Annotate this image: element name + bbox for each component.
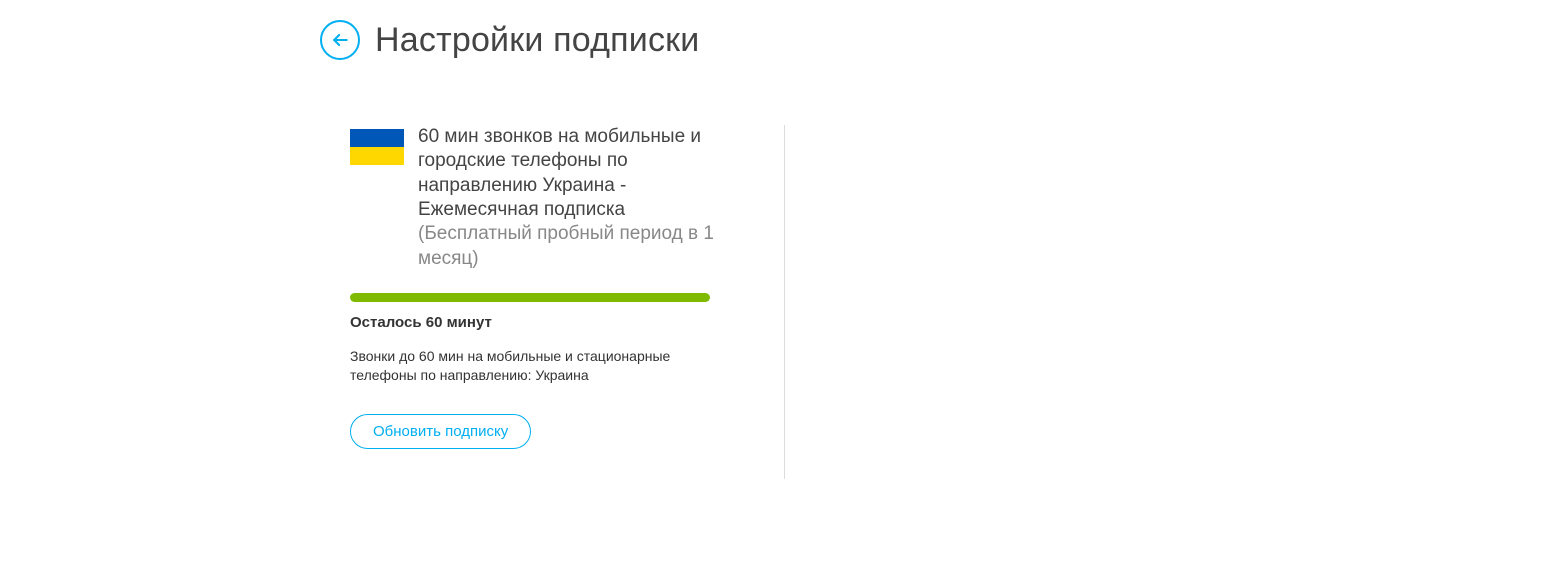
plan-header: 60 мин звонков на мобильные и городские …	[350, 125, 739, 271]
plan-title-main: 60 мин звонков на мобильные и городские …	[418, 126, 701, 220]
update-subscription-button[interactable]: Обновить подписку	[350, 414, 531, 449]
plan-description: Звонки до 60 мин на мобильные и стациона…	[350, 347, 739, 386]
minutes-progress-bar	[350, 293, 710, 302]
remaining-minutes-label: Осталось 60 минут	[350, 314, 739, 331]
plan-title-sub: (Бесплатный пробный период в 1 месяц)	[418, 223, 714, 268]
page-title: Настройки подписки	[375, 21, 699, 60]
subscription-card: 60 мин звонков на мобильные и городские …	[350, 125, 785, 479]
arrow-left-icon	[330, 30, 350, 50]
back-button[interactable]	[320, 20, 360, 60]
plan-title: 60 мин звонков на мобильные и городские …	[418, 125, 739, 271]
page-header: Настройки подписки	[320, 20, 1546, 60]
ukraine-flag-icon	[350, 129, 404, 165]
content-area: 60 мин звонков на мобильные и городские …	[320, 125, 1546, 479]
